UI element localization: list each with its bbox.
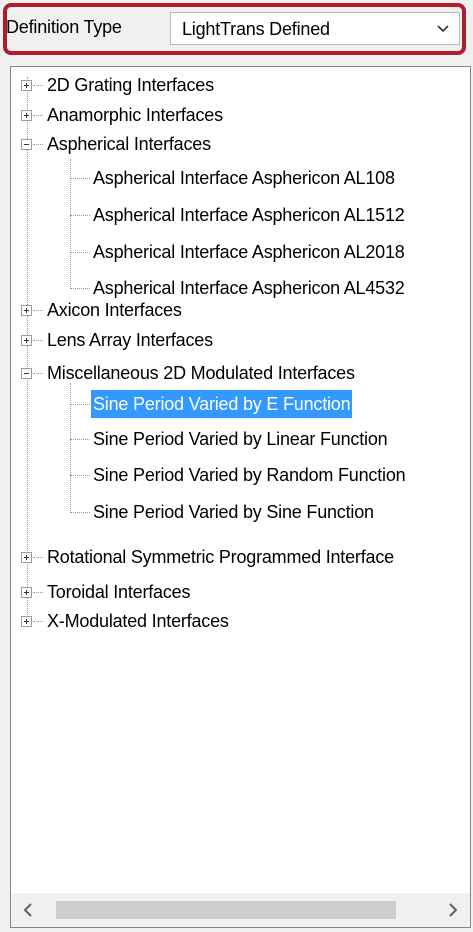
tree-item-label: Toroidal Interfaces [47,582,191,602]
tree-item-label: Aspherical Interfaces [47,134,211,154]
tree-item-anamorphic[interactable]: Anamorphic Interfaces [21,101,225,129]
horizontal-scrollbar[interactable] [11,893,470,927]
collapse-icon[interactable] [21,139,32,150]
tree-item-label: Aspherical Interface Asphericon AL2018 [93,242,405,262]
tree-item-label-selected: Sine Period Varied by E Function [91,390,353,418]
tree-item-label: Aspherical Interface Asphericon AL4532 [93,278,405,298]
connector [70,288,90,290]
tree-item-aspherical-al1512[interactable]: Aspherical Interface Asphericon AL1512 [91,201,407,229]
tree-item-label: Sine Period Varied by Sine Function [93,502,374,522]
tree-item-axicon[interactable]: Axicon Interfaces [21,296,184,324]
tree-item-sine-sine[interactable]: Sine Period Varied by Sine Function [91,498,376,526]
tree-item-label: X-Modulated Interfaces [47,611,229,631]
connector [70,215,90,217]
tree-item-sine-random[interactable]: Sine Period Varied by Random Function [91,461,407,489]
expand-icon[interactable] [21,305,32,316]
tree-item-label: 2D Grating Interfaces [47,75,214,95]
definition-type-value: LightTrans Defined [182,19,330,39]
tree-item-label: Sine Period Varied by Random Function [93,465,406,485]
tree-item-sine-linear[interactable]: Sine Period Varied by Linear Function [91,425,389,453]
chevron-down-icon [437,25,449,33]
expand-icon[interactable] [21,80,32,91]
definition-type-select[interactable]: LightTrans Defined [170,12,460,45]
connector [70,512,90,514]
tree-item-aspherical-al2018[interactable]: Aspherical Interface Asphericon AL2018 [91,238,407,266]
connector [70,404,90,406]
expand-icon[interactable] [21,335,32,346]
tree-item-aspherical-al108[interactable]: Aspherical Interface Asphericon AL108 [91,164,397,192]
connector [70,178,90,180]
chevron-left-icon[interactable] [11,893,45,927]
scrollbar-thumb[interactable] [56,901,396,919]
interface-tree[interactable]: 2D Grating Interfaces Anamorphic Interfa… [10,66,471,928]
connector [70,475,90,477]
tree-item-x-modulated[interactable]: X-Modulated Interfaces [21,607,231,635]
tree-item-2d-grating[interactable]: 2D Grating Interfaces [21,71,216,99]
tree-item-label: Rotational Symmetric Programmed Interfac… [47,547,394,567]
tree-item-lens-array[interactable]: Lens Array Interfaces [21,326,215,354]
tree-item-misc-2d[interactable]: Miscellaneous 2D Modulated Interfaces [21,359,357,387]
connector [70,439,90,441]
misc-children-line [70,383,72,513]
tree-item-label: Miscellaneous 2D Modulated Interfaces [47,363,355,383]
definition-type-label: Definition Type [6,17,122,37]
definition-type-row: Definition Type LightTrans Defined [0,0,473,62]
expand-icon[interactable] [21,552,32,563]
tree-item-aspherical[interactable]: Aspherical Interfaces [21,130,213,158]
tree-item-label: Anamorphic Interfaces [47,105,223,125]
expand-icon[interactable] [21,110,32,121]
tree-item-toroidal[interactable]: Toroidal Interfaces [21,578,192,606]
tree-item-label: Aspherical Interface Asphericon AL108 [93,168,395,188]
connector [70,252,90,254]
tree-item-rotational[interactable]: Rotational Symmetric Programmed Interfac… [21,543,396,571]
tree-item-label: Lens Array Interfaces [47,330,213,350]
tree-item-label: Aspherical Interface Asphericon AL1512 [93,205,405,225]
expand-icon[interactable] [21,616,32,627]
expand-icon[interactable] [21,587,32,598]
collapse-icon[interactable] [21,368,32,379]
tree-item-label: Axicon Interfaces [47,300,182,320]
tree-item-sine-e[interactable]: Sine Period Varied by E Function [91,390,353,418]
chevron-right-icon[interactable] [436,893,470,927]
tree-item-label: Sine Period Varied by Linear Function [93,429,388,449]
